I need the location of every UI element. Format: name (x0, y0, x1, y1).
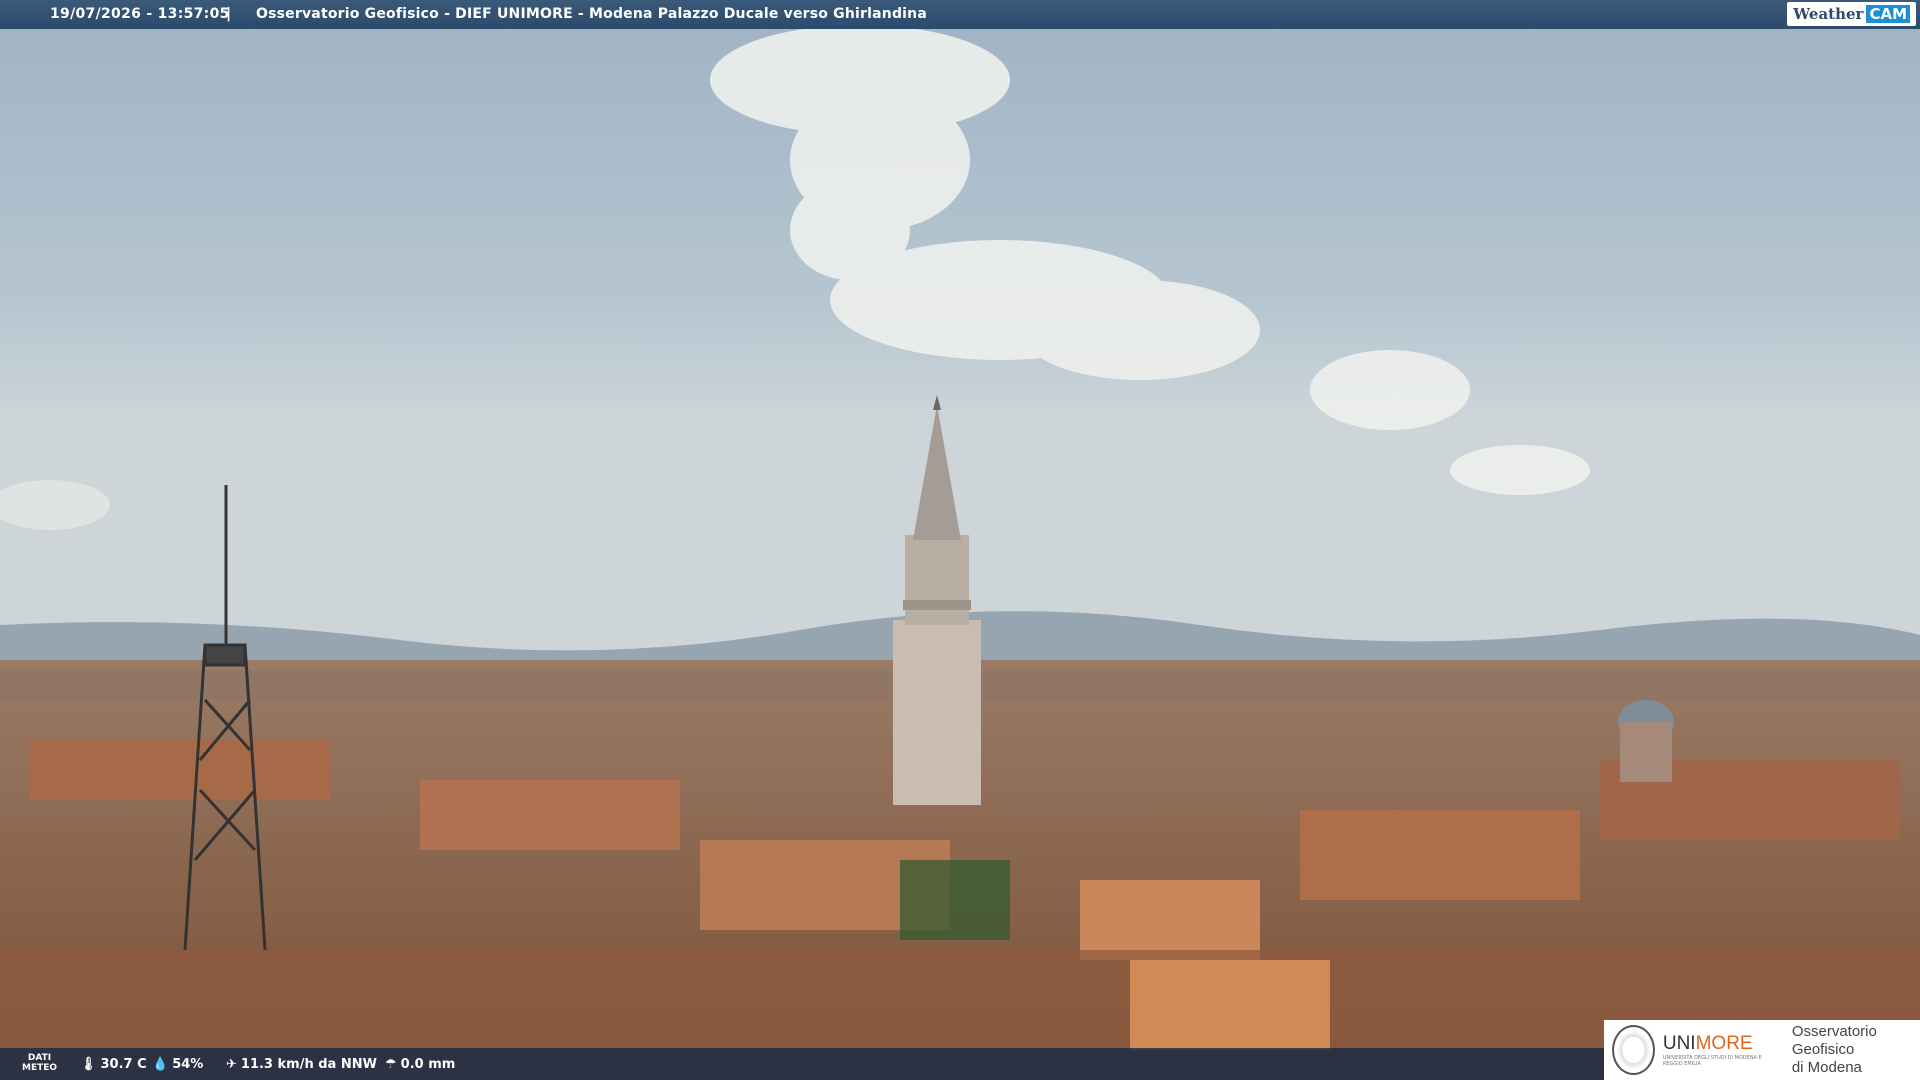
wind-reading: ✈ 11.3 km/h da NNW (226, 1057, 377, 1072)
thermometer-icon: 🌡 (80, 1057, 97, 1072)
wind-icon: ✈ (226, 1057, 237, 1072)
camera-title: Osservatorio Geofisico - DIEF UNIMORE - … (256, 6, 927, 22)
rain-icon: ☂ (385, 1057, 397, 1072)
weather-label-line1: DATI (27, 1053, 52, 1063)
wind-value: 11.3 km/h da NNW (240, 1057, 377, 1072)
droplet-icon: 💧 (152, 1057, 169, 1072)
university-seal-icon (1612, 1025, 1655, 1075)
logo-weather-text: Weather (1793, 5, 1864, 23)
logo-cam-text: CAM (1866, 5, 1910, 23)
timestamp: 19/07/2026 - 13:57:05 (50, 6, 230, 22)
weathercam-logo: Weather CAM (1787, 2, 1916, 26)
brand-suffix: MORE (1695, 1033, 1753, 1054)
brand-prefix: UNI (1662, 1033, 1696, 1054)
brand-subtitle: UNIVERSITÀ DEGLI STUDI DI MODENA E REGGI… (1662, 1055, 1762, 1067)
temperature-value: 30.7 C (100, 1057, 147, 1072)
weather-label: DATI METEO (22, 1053, 57, 1073)
observatory-line1: Osservatorio Geofisico (1791, 1023, 1877, 1058)
observatory-line2: di Modena (1791, 1059, 1862, 1076)
dome (1618, 700, 1674, 782)
rain-value: 0.0 mm (400, 1057, 456, 1072)
weather-label-line2: METEO (22, 1063, 58, 1073)
observatory-name: Osservatorio Geofisico di Modena (1792, 1023, 1920, 1077)
separator: | (226, 6, 232, 22)
rain-reading: ☂ 0.0 mm (385, 1057, 455, 1072)
humidity-value: 54% (172, 1057, 204, 1072)
temperature-reading: 🌡 30.7 C (80, 1057, 147, 1072)
humidity-reading: 💧 54% (152, 1057, 203, 1072)
unimore-brand: UNIMORE UNIVERSITÀ DEGLI STUDI DI MODENA… (1663, 1033, 1780, 1067)
unimore-logo: UNIMORE UNIVERSITÀ DEGLI STUDI DI MODENA… (1604, 1020, 1920, 1080)
top-info-bar: 19/07/2026 - 13:57:05 | Osservatorio Geo… (0, 0, 1920, 29)
webcam-scene (0, 0, 1920, 1080)
